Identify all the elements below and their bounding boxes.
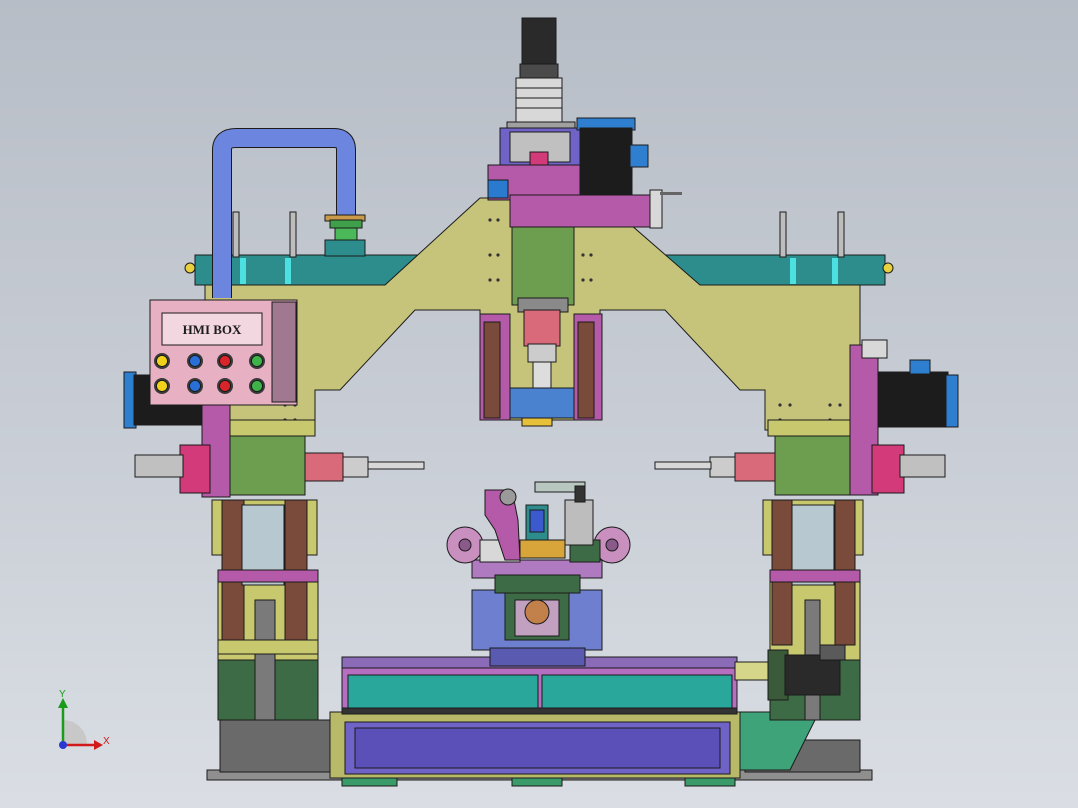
- hmi-button-yellow-2: [156, 380, 168, 392]
- hmi-box-label: HMI BOX: [183, 322, 242, 337]
- hmi-button-yellow-1: [156, 355, 168, 367]
- y-axis-label: Y: [59, 689, 66, 700]
- hmi-button-green-1: [251, 355, 263, 367]
- center-fixture: [446, 481, 631, 667]
- triad-rotation-arc: [63, 720, 88, 745]
- top-spindle-unit: [479, 17, 682, 427]
- hmi-box: HMI BOX: [149, 299, 298, 406]
- right-column: [734, 499, 864, 721]
- axis-triad[interactable]: Y X: [58, 689, 110, 750]
- cad-viewport[interactable]: HMI BOX Y X: [0, 0, 1078, 808]
- machine-base: [206, 711, 873, 787]
- hmi-button-blue-1: [189, 355, 201, 367]
- hmi-button-red-1: [219, 355, 231, 367]
- hmi-button-green-2: [251, 380, 263, 392]
- left-column: [211, 499, 319, 721]
- hmi-button-blue-2: [189, 380, 201, 392]
- machine-assembly-drawing: HMI BOX Y X: [58, 17, 959, 787]
- x-axis-label: X: [103, 736, 110, 747]
- z-axis-dot: [59, 741, 67, 749]
- hmi-button-red-2: [219, 380, 231, 392]
